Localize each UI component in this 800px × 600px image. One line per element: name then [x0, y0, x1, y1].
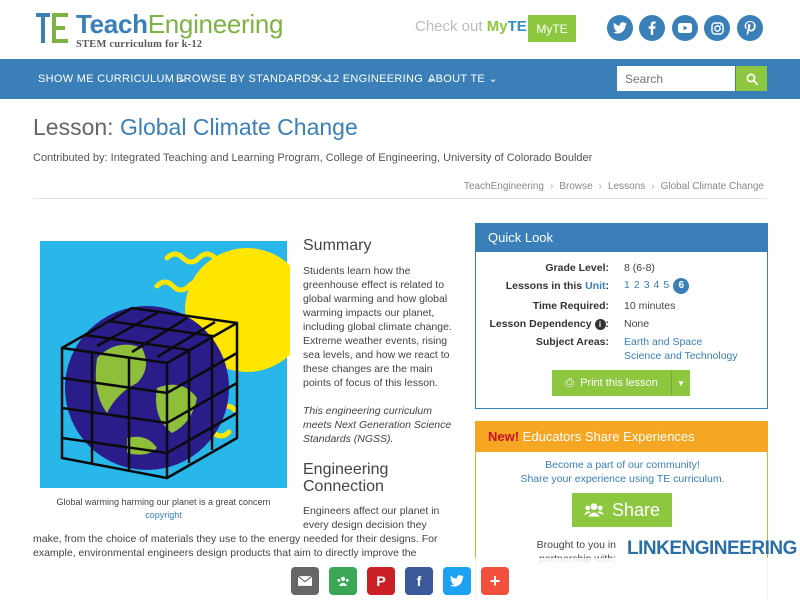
classroom-icon[interactable]	[329, 567, 357, 595]
instagram-icon[interactable]	[704, 15, 730, 41]
lesson-link-1[interactable]: 1	[624, 279, 630, 291]
breadcrumb-home[interactable]: TeachEngineering	[464, 181, 544, 192]
image-credit-link[interactable]: copyright	[37, 510, 290, 520]
engineering-heading-line1: Engineering	[303, 461, 389, 478]
community-link[interactable]: Become a part of our community!	[476, 459, 769, 471]
share-experience-link[interactable]: Share your experience using TE curriculu…	[476, 473, 769, 485]
search-input[interactable]	[617, 66, 735, 91]
divider	[33, 198, 767, 199]
caret-down-icon[interactable]: ▼	[672, 379, 690, 388]
search-icon	[746, 73, 758, 85]
grade-level-label: Grade Level:	[545, 262, 609, 274]
breadcrumb: TeachEngineering › Browse › Lessons › Global C…	[463, 181, 764, 192]
twitter-icon[interactable]	[443, 567, 471, 595]
contributed-by: Contributed by: Integrated Teaching and …	[33, 152, 593, 164]
subject-science-tech[interactable]: Science and Technology	[624, 350, 738, 362]
ngss-note: This engineering curriculum meets Next G…	[303, 405, 452, 445]
main-nav: SHOW ME CURRICULUM ⌄ BROWSE BY STANDARDS…	[0, 59, 800, 99]
lesson-dependency-label: Lesson Dependency i:	[489, 318, 609, 330]
unit-link[interactable]: Unit	[585, 280, 605, 292]
email-icon[interactable]	[291, 567, 319, 595]
subject-areas-label: Subject Areas:	[535, 336, 609, 348]
breadcrumb-current: Global Climate Change	[660, 181, 764, 192]
pinterest-icon[interactable]: P	[367, 567, 395, 595]
nav-browse-by-standards[interactable]: BROWSE BY STANDARDS ⌄	[176, 72, 331, 85]
te-logo-icon	[36, 13, 68, 43]
facebook-icon[interactable]	[639, 15, 665, 41]
floating-share-bar: P f +	[0, 558, 800, 600]
educators-heading: New! Educators Share Experiences	[476, 422, 767, 452]
time-required-label: Time Required:	[532, 300, 609, 312]
more-icon[interactable]: +	[481, 567, 509, 595]
engineering-heading-line2: Connection	[303, 478, 384, 495]
linkengineering-logo[interactable]: LINKENGINEERING	[627, 538, 797, 560]
print-lesson-button[interactable]: ⎙ Print this lesson ▼	[552, 370, 690, 396]
myte-button[interactable]: MyTE	[528, 15, 576, 42]
global-warming-illustration[interactable]	[37, 238, 290, 492]
share-button[interactable]: Share	[572, 493, 672, 527]
lessons-in-unit-label: Lessons in this Unit:	[505, 280, 609, 292]
lesson-dependency-value: None	[624, 318, 650, 330]
lesson-link-5[interactable]: 5	[663, 279, 669, 291]
engineering-text-continued: make, from the choice of materials they …	[33, 533, 438, 559]
logo-title: TeachEngineering	[76, 9, 284, 39]
quick-look-heading: Quick Look	[476, 224, 767, 252]
summary-text: Students learn how the greenhouse effect…	[303, 265, 452, 389]
chevron-down-icon: ⌄	[488, 73, 498, 85]
facebook-icon[interactable]: f	[405, 567, 433, 595]
breadcrumb-lessons[interactable]: Lessons	[608, 181, 645, 192]
lesson-link-2[interactable]: 2	[634, 279, 640, 291]
pinterest-icon[interactable]	[737, 15, 763, 41]
time-required-value: 10 minutes	[624, 300, 676, 312]
page-title: Lesson: Global Climate Change	[33, 114, 358, 140]
print-icon: ⎙	[565, 376, 575, 389]
lesson-link-3[interactable]: 3	[644, 279, 650, 291]
nav-k12-engineering[interactable]: K-12 ENGINEERING ⌄	[315, 72, 436, 85]
subject-earth-space[interactable]: Earth and Space	[624, 336, 702, 348]
current-lesson-badge: 6	[673, 278, 690, 294]
nav-about-te[interactable]: ABOUT TE ⌄	[428, 72, 498, 85]
logo-tagline: STEM curriculum for k-12	[76, 39, 203, 50]
engineering-text: Engineers affect our planet in every des…	[303, 505, 440, 531]
search-button[interactable]	[736, 66, 767, 91]
twitter-icon[interactable]	[607, 15, 633, 41]
nav-show-me-curriculum[interactable]: SHOW ME CURRICULUM ⌄	[38, 72, 187, 85]
myte-promo: Check out MyTE	[415, 18, 527, 35]
site-logo[interactable]: TeachEngineering STEM curriculum for k-1…	[36, 9, 296, 50]
grade-level-value: 8 (6-8)	[624, 262, 655, 274]
breadcrumb-browse[interactable]: Browse	[559, 181, 592, 192]
quick-look-panel: Quick Look Grade Level: 8 (6-8) Lessons …	[475, 223, 768, 409]
image-caption: Global warming harming our planet is a g…	[56, 497, 271, 507]
lessons-in-unit-list: 123456	[624, 278, 690, 294]
site-header: TeachEngineering STEM curriculum for k-1…	[0, 0, 800, 58]
lesson-link-4[interactable]: 4	[654, 279, 660, 291]
users-icon	[583, 503, 604, 517]
youtube-icon[interactable]	[672, 15, 698, 41]
summary-heading: Summary	[303, 237, 372, 254]
info-icon[interactable]: i	[594, 319, 606, 330]
